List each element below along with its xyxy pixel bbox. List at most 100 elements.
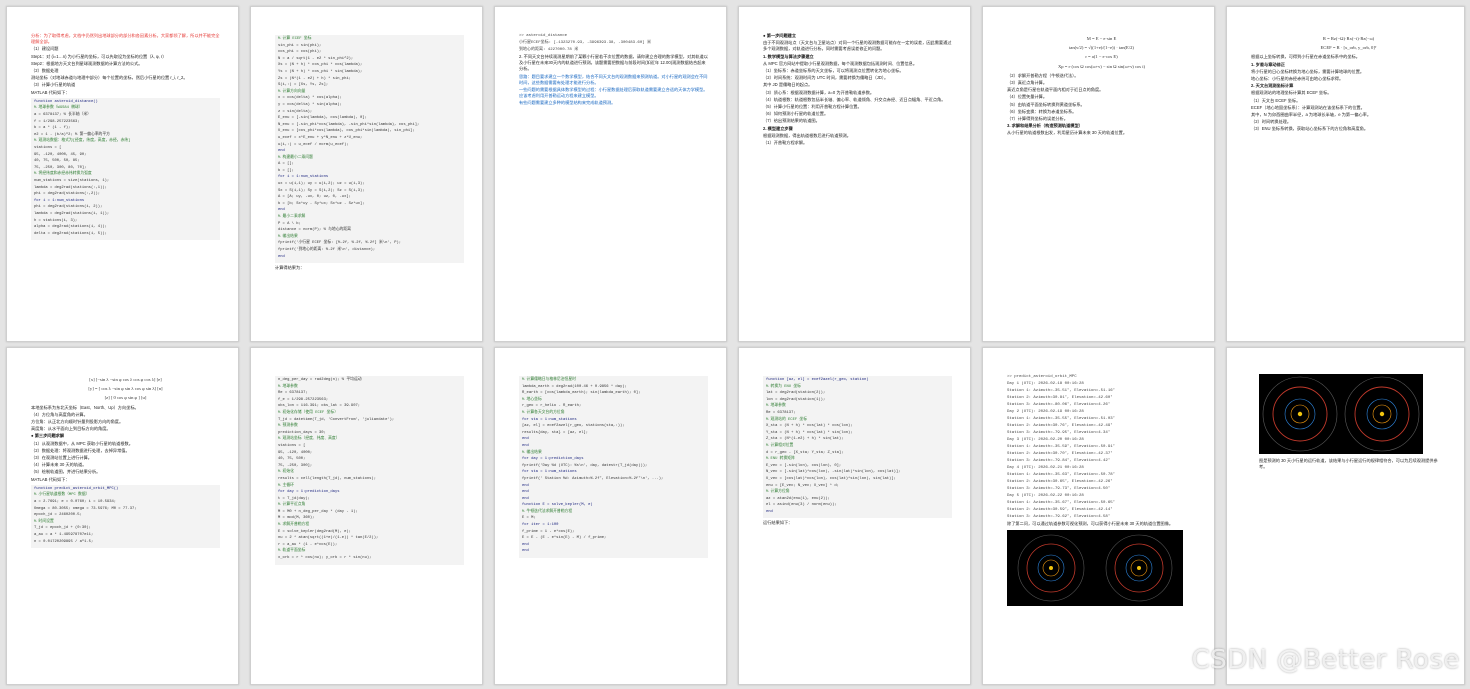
console-line: Station 2: Azimuth=30.76°, Elevation=-42… xyxy=(1007,424,1113,428)
code-line: E = E - (E - e*sin(E) - M) / f_prime; xyxy=(522,536,607,541)
paragraph: 除了第二问，可以通过轨道参数可视化预测，可以获得小行星未来 30 天的轨道位置图… xyxy=(1007,521,1174,526)
code-line: E_vec = [-sin(lon), cos(lon), 0]; xyxy=(766,463,842,468)
paragraph: 一些问题的需要根据具体数学模型的过程：小行星数据处理后获取轨道需要建立合适的天体… xyxy=(519,87,708,99)
code-line: % 主循环 xyxy=(278,483,294,488)
code-line: % 计算各天文台的方位角 xyxy=(522,410,565,415)
paragraph: 1. 岁差与章动修正 xyxy=(1251,61,1285,67)
code-line: end xyxy=(522,490,529,495)
code-line: % 预测参数 xyxy=(278,424,298,429)
code-line: function [az, el] = ecef2azel(r_geo, sta… xyxy=(766,378,869,382)
code-line: n = 0.01720209895 / a^1.5; xyxy=(34,539,94,544)
code-line: % 计算方向向量 xyxy=(278,89,306,94)
paragraph: （1）从观测数据中，从 MPC 获取小行星的轨道根数。 xyxy=(31,440,133,446)
code-line: % 计算平近点角 xyxy=(278,503,306,508)
watermark: CSDN @Better Rose xyxy=(1191,645,1460,675)
paragraph: 计算得结果为： xyxy=(275,265,305,271)
code-line: end xyxy=(766,509,773,514)
code-line: % 牛顿迭代法求解开普勒方程 xyxy=(522,509,573,514)
code-line: S(i,:) = [Xs, Ys, Zs]; xyxy=(278,83,329,88)
console-line: Station 3: Azimuth=-80.06°, Elevation=4.… xyxy=(1007,403,1111,407)
formula: M = E − e·sin E xyxy=(1086,36,1117,41)
formula: [z] [ 0 cos φ sin φ ] [u] xyxy=(104,395,147,401)
paragraph: （4）计算未来 30 天的轨道。 xyxy=(31,462,87,468)
code-line: for sta = 1:num_stations xyxy=(522,470,577,475)
code-line: alpha = deg2rad(stations(i, 4)); xyxy=(34,225,107,230)
code-line: end xyxy=(522,437,529,442)
code-line: for i = 1:num_stations xyxy=(34,198,85,203)
formula: R = Rz(−Ω)·Rx(−i)·Rz(−ω) xyxy=(1322,36,1375,41)
paragraph: （1）开普勒方程求解。 xyxy=(763,140,808,146)
code-line: for sta = 1:num_stations xyxy=(522,417,577,422)
paragraph: 根据观测站的地理坐标计算其 ECEF 坐标。 xyxy=(1251,90,1332,96)
text-block: 2. 不同天文台持续观测星期前了某颗小行星若干次位置的数据，请你建立合理的数学模… xyxy=(519,54,708,107)
document-page-3: >> asteroid_distance 小行星ECEF坐标: [-1323270… xyxy=(494,6,727,342)
paragraph: 图是预测的 30 天小行星的运行轨道，该结果与小行星运行的规律相符合，可以为后续… xyxy=(1259,458,1438,470)
code-line: distance = norm(P); % 与地心的距离 xyxy=(278,228,351,233)
code-line: z = sin(delta); xyxy=(278,109,313,114)
code-line: a = 6378137; % 长半轴（米） xyxy=(34,113,91,118)
code-line: Y_sta = (N + h) * cos(lat) * sin(lon); xyxy=(766,430,853,435)
code-line: % 地球参数 xyxy=(278,384,298,389)
paragraph: 根据观测数据，得出轨道根数后进行轨道预测。 xyxy=(763,132,851,138)
code-line: Re = 6378137; xyxy=(278,391,308,396)
paragraph: （3）质心系：根据观测数据计算，a=0 为开普勒轨道参数。 xyxy=(763,89,875,95)
text-block: 除了第二问，可以通过轨道参数可视化预测，可以获得小行星未来 30 天的轨道位置图… xyxy=(1007,521,1196,527)
code-line: U_enu = [cos_phi*cos(lambda), cos_phi*si… xyxy=(278,129,415,134)
code-line: U_vec = [cos(lat)*cos(lon), cos(lat)*sin… xyxy=(766,476,896,481)
code-line: % 观测站坐标（经度、纬度、高度） xyxy=(278,437,340,442)
paragraph: 将小行星的日心坐标转换为地心坐标，需要计算地球的位置。 xyxy=(1251,68,1365,74)
paragraph: （2）时间系统：观测时间为 UTC 时间，需要转换为儒略日（JD）。 xyxy=(763,75,889,81)
code-block: % 计算 ECEF 坐标 sin_phi = sin(phi); cos_phi… xyxy=(275,35,464,264)
code-line: t = T_jd(day); xyxy=(278,496,310,501)
paragraph: （4）位置矢量计算。 xyxy=(1007,94,1048,100)
paragraph: 从小行星的轨道根数出发，利用星历计算未来 30 天的轨道位置。 xyxy=(1007,130,1128,136)
console-line: Station 1: Azimuth=-35.51°, Elevation=-5… xyxy=(1007,389,1116,393)
text-block: 计算得结果为： xyxy=(275,265,464,271)
code-line: end xyxy=(278,149,285,154)
code-line: T_jd = epoch_jd + (0:30); xyxy=(34,526,91,531)
code-line: % 地心坐标 xyxy=(522,397,542,402)
formula-block: [x] [−sin λ −sin φ cos λ cos φ cos λ] [e… xyxy=(31,377,220,402)
paragraph: 有些问题需要建立多种的模型结构来完成轨道预测。 xyxy=(519,100,616,106)
code-line: % 输出结果 xyxy=(278,234,298,239)
code-line: b = [b; Sx*uy - Sy*ux; Sx*uz - Sz*ux]; xyxy=(278,201,365,206)
code-block: % 计算儒略日与格林尼治恒星时 lambda_earth = deg2rad(1… xyxy=(519,376,708,559)
formula-block: R = Rz(−Ω)·Rx(−i)·Rz(−ω) ECEF = R · [x_or… xyxy=(1251,36,1446,51)
code-line: M = mod(M, 360); xyxy=(278,516,315,521)
code-line: % 初始化存储（使用 ECEF 坐标） xyxy=(278,410,338,415)
code-line: prediction_days = 30; xyxy=(278,430,326,435)
code-line: x_orb = r * cos(nu); y_orb = r * sin(nu)… xyxy=(278,556,372,561)
code-line: N_vec = [-sin(lat)*cos(lon), -sin(lat)*s… xyxy=(766,470,901,475)
paragraph: 由于不同观测站点（天文台与卫星站点）对同一个行星的观测数据可能存在一定的误差，因… xyxy=(763,40,952,52)
text-block: 分析：为了取得考虑，文档中仍然列出地球部分的部分和各因素分析。大家都领了解，所以… xyxy=(31,33,220,96)
code-line: r_geo = r_helio - R_earth; xyxy=(522,404,582,409)
paragraph: Step1：对 (i=1…n) 为小行星的坐标，可以先取设为坐标的位置（λ, φ… xyxy=(31,53,167,59)
code-line: b = a * (1 - f); xyxy=(34,126,71,131)
code-block: n_deg_per_day = rad2deg(n); % 平均运动 % 地球参… xyxy=(275,376,464,565)
code-line: % 将经纬度和赤经赤纬转换为弧度 xyxy=(34,172,92,177)
code-line: % ENU 转换矩阵 xyxy=(766,457,795,462)
paragraph: （2）时间转换处理。 xyxy=(1251,119,1292,125)
code-line: f = 1/298.257223563; xyxy=(34,119,80,124)
code-line: cos_phi = cos(phi); xyxy=(278,50,322,55)
document-page-6: R = Rz(−Ω)·Rx(−i)·Rz(−ω) ECEF = R · [x_or… xyxy=(1226,6,1465,342)
paragraph: 方位角：从正北方向顺时针量到投影方向的角度。 xyxy=(31,419,124,425)
paragraph: 2. 不同天文台持续观测星期前了某颗小行星若干次位置的数据，请你建立合理的数学模… xyxy=(519,54,708,72)
code-line: 95, -120, 4000, 45, 90; xyxy=(34,152,87,157)
orbit-figure xyxy=(1007,530,1196,607)
console-line: Station 2: Azimuth=30.59°, Elevation=-42… xyxy=(1007,508,1113,512)
code-line: u(i,:) = u_ecef / norm(u_ecef); xyxy=(278,142,349,147)
page-content: >> asteroid_distance 小行星ECEF坐标: [-1323270… xyxy=(519,33,708,331)
formula: ECEF = R · [x_orb, y_orb, 0]ᵀ xyxy=(1320,45,1377,51)
paragraph: Step2：根据地方天文台到星球观测数据的计算方法的公式。 xyxy=(31,60,143,66)
orbit-plot-pair xyxy=(1007,530,1183,607)
document-page-8: n_deg_per_day = rad2deg(n); % 平均运动 % 地球参… xyxy=(250,347,483,685)
paragraph: （3）ENU 坐标系转换，获取站心坐标系下的方位角和高度角。 xyxy=(1251,126,1369,132)
code-line: 75, -250, 300]; xyxy=(278,463,313,468)
paragraph: 测站坐标（对地球赤道与地理中部分）每个位置的坐标，然后小行星的位置 r_i, r… xyxy=(31,75,188,81)
code-line: function predict_asteroid_orbit_MPC() xyxy=(34,486,119,491)
text-block: 图是预测的 30 天小行星的运行轨道，该结果与小行星运行的规律相符合，可以为后续… xyxy=(1259,458,1446,470)
paragraph: 从 MPC 官方网站中提取小行星观测数据，每个观测数据包括观测时间、位置信息。 xyxy=(763,60,918,66)
code-line: % 计算 ECEF 坐标 xyxy=(278,37,312,41)
code-line: R_earth = [cos(lambda_earth); sin(lambda… xyxy=(522,391,641,396)
